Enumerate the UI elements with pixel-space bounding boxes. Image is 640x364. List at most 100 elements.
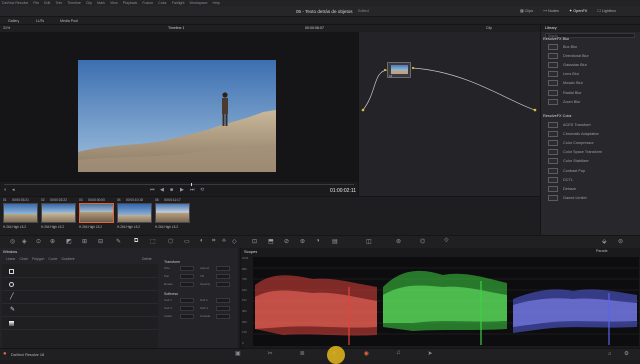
viewer-image[interactable] (78, 60, 276, 172)
field-input[interactable] (216, 282, 230, 287)
library-fx-item[interactable]: Gamut Limiter (541, 194, 637, 203)
sizing-icon[interactable]: ⌗ (212, 238, 215, 245)
camera-raw-icon[interactable]: ◎ (10, 238, 15, 245)
library-fx-item[interactable]: DCTL (541, 175, 637, 184)
tracker-icon[interactable]: ⬚ (150, 238, 156, 245)
library-fx-item[interactable]: Box Blur (541, 42, 637, 51)
tool-polygon[interactable]: Polygon (32, 257, 44, 263)
library-fx-item[interactable]: Zoom Blur (541, 97, 637, 106)
cut-page-icon[interactable]: ✂ (268, 350, 273, 360)
rgb-mixer-icon[interactable]: ⊕ (50, 238, 55, 245)
color-wheels-icon[interactable]: ⊙ (36, 238, 41, 245)
deliver-page-icon[interactable]: ➤ (428, 350, 433, 360)
play-icon[interactable]: ▶ (180, 187, 184, 193)
shape-row-gradient[interactable] (2, 318, 158, 330)
library-fx-item[interactable]: Color Space Transform (541, 148, 637, 157)
field-input[interactable] (180, 306, 194, 311)
library-fx-item[interactable]: Directional Blur (541, 51, 637, 60)
library-fx-item[interactable]: ACES Transform (541, 120, 637, 129)
scopes-toggle-icon[interactable]: ⊡ (252, 238, 257, 245)
color-warper-icon[interactable]: ⊟ (98, 238, 103, 245)
luts-button[interactable]: LUTs (36, 19, 44, 23)
library-fx-item[interactable]: Mosaic Blur (541, 79, 637, 88)
library-fx-item[interactable]: Radial Blur (541, 88, 637, 97)
color-page-icon[interactable]: ◉ (364, 350, 369, 360)
edit-page-icon[interactable]: ≣ (300, 350, 305, 360)
shape-row-pen[interactable]: ✎ (2, 305, 158, 317)
info-icon[interactable]: ⬒ (268, 238, 274, 245)
gallery-button[interactable]: Gallery (8, 19, 19, 23)
shape-row-line[interactable]: ╱ (2, 292, 158, 304)
zoom-level[interactable]: 31% (3, 26, 10, 30)
qualifier-icon[interactable]: ✎ (116, 238, 121, 245)
library-fx-item[interactable]: Contrast Pop (541, 166, 637, 175)
clip-thumbnail[interactable] (155, 203, 190, 223)
shape-row-circle[interactable] (2, 279, 158, 291)
keyframes-icon[interactable]: ◇ (232, 238, 237, 245)
mask-icon[interactable]: ⬙ (602, 238, 607, 245)
compare-icon[interactable]: ⟐ (444, 238, 449, 245)
field-input[interactable] (216, 306, 230, 311)
magic-mask-icon[interactable]: ⬡ (168, 238, 173, 245)
node-view-icon[interactable]: ◑ (316, 238, 320, 244)
field-input[interactable] (180, 282, 194, 287)
scope-mode[interactable]: Parade (596, 249, 608, 253)
fairlight-page-icon[interactable]: ♫ (396, 350, 401, 360)
field-input[interactable] (180, 298, 194, 303)
field-input[interactable] (216, 266, 230, 271)
tool-curve[interactable]: Curve (48, 257, 57, 263)
speaker-icon[interactable]: ◂ (12, 187, 15, 193)
field-input[interactable] (180, 274, 194, 279)
clip-thumbnail[interactable] (117, 203, 152, 223)
library-tab[interactable]: Library (545, 26, 557, 30)
lightbox-tab[interactable]: ☐ Lightbox (597, 8, 616, 16)
library-fx-item[interactable]: Dehaze (541, 184, 637, 193)
library-fx-item[interactable]: Lens Blur (541, 70, 637, 79)
clip-thumbnail[interactable] (41, 203, 76, 223)
color-match-icon[interactable]: ◈ (22, 238, 27, 245)
curves-icon[interactable]: ⊞ (82, 238, 87, 245)
media-page-icon[interactable]: ▣ (235, 350, 241, 360)
library-fx-item[interactable]: Color Stabilizer (541, 157, 637, 166)
field-input[interactable] (180, 314, 194, 319)
skip-start-icon[interactable]: ⏮ (150, 187, 155, 193)
tool-gradient[interactable]: Gradient (61, 257, 74, 263)
clip-thumbnail[interactable] (3, 203, 38, 223)
corrector-node[interactable]: 01 (387, 62, 411, 78)
field-input[interactable] (216, 314, 230, 319)
home-icon[interactable]: ⌂ (608, 351, 611, 357)
field-input[interactable] (216, 298, 230, 303)
settings-icon[interactable]: ⚙ (624, 351, 629, 357)
key-icon[interactable]: ◐ (200, 238, 204, 244)
reverse-icon[interactable]: ◀ (160, 187, 164, 193)
reset-icon[interactable]: ⊜ (618, 238, 623, 245)
field-input[interactable] (180, 266, 194, 271)
3d-icon[interactable]: ⟡ (222, 238, 226, 245)
tool-linear[interactable]: Linear (6, 257, 15, 263)
clip-thumbnail[interactable] (79, 203, 114, 223)
node-editor[interactable]: 01 (358, 32, 540, 196)
stop-icon[interactable]: ■ (170, 187, 173, 193)
openfx-tab[interactable]: ✦ OpenFX (569, 8, 587, 16)
field-input[interactable] (216, 274, 230, 279)
media-pool-button[interactable]: Media Pool (60, 19, 78, 23)
library-fx-item[interactable]: Chromatic Adaptation (541, 129, 637, 138)
blur-icon[interactable]: ▭ (184, 238, 190, 245)
clips-tab[interactable]: ▦ Clips (520, 8, 533, 16)
stills-icon[interactable]: ⊛ (300, 238, 305, 245)
highlight-icon[interactable]: ⊚ (396, 238, 401, 245)
grid-icon[interactable]: ▤ (332, 238, 338, 245)
library-fx-item[interactable]: Color Compressor (541, 138, 637, 147)
delete-label[interactable]: Delete (142, 257, 152, 261)
audio-icon[interactable]: ◐ (4, 187, 7, 193)
wipe-icon[interactable]: ⌬ (420, 238, 425, 245)
skip-end-icon[interactable]: ⏭ (190, 187, 195, 193)
window-icon[interactable]: ⧉ (134, 238, 138, 245)
clip-selector[interactable]: Clip (486, 26, 492, 30)
nodes-tab[interactable]: ⊶ Nodes (543, 8, 559, 16)
split-icon[interactable]: ◫ (366, 238, 372, 245)
bypass-icon[interactable]: ⊘ (284, 238, 289, 245)
shape-row-square[interactable] (2, 266, 158, 278)
loop-icon[interactable]: ⟲ (200, 187, 204, 193)
library-fx-item[interactable]: Gaussian Blur (541, 60, 637, 69)
